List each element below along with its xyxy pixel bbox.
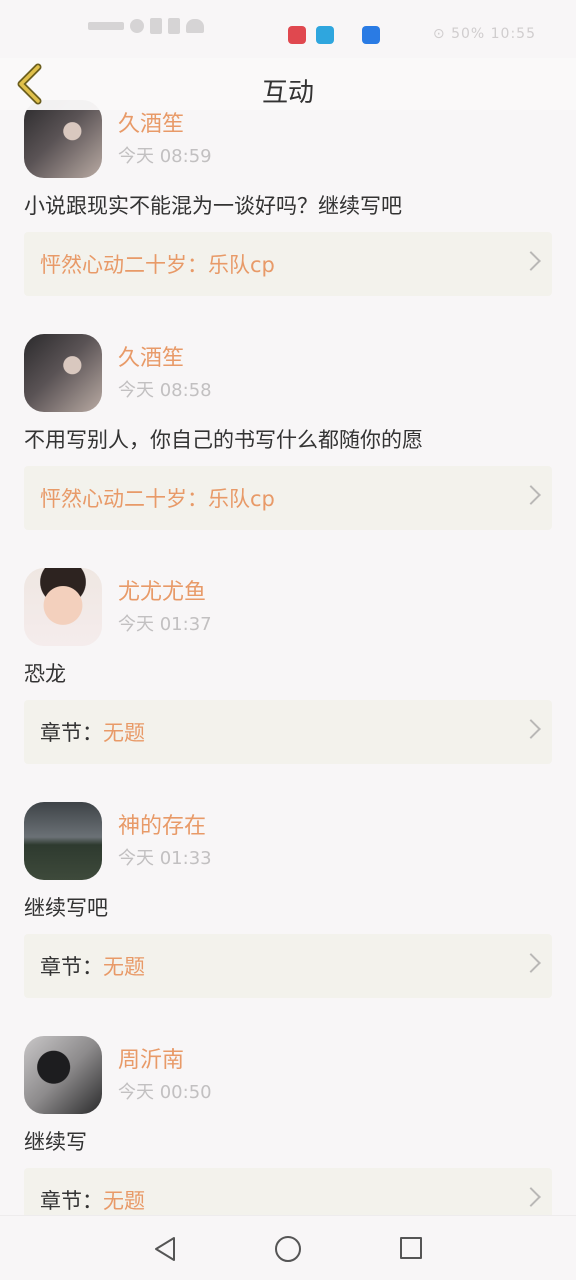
avatar[interactable] [24,100,102,178]
reference-title: 怦然心动二十岁：乐队cp [40,487,275,511]
comment-time: 今天 00:50 [118,1082,212,1103]
app-header: 互动 [0,58,576,110]
reference-title: 无题 [103,1189,145,1213]
signal-indicators [88,18,204,34]
comment-items: 久酒笙 今天 08:59 小说跟现实不能混为一谈好吗？继续写吧 怦然心动二十岁：… [0,100,576,1216]
interaction-list[interactable]: 久酒笙 今天 08:59 小说跟现实不能混为一谈好吗？继续写吧 怦然心动二十岁：… [0,58,576,1216]
avatar[interactable] [24,802,102,880]
book-reference-card[interactable]: 怦然心动二十岁：乐队cp [24,466,552,530]
app-notification-icon [362,26,380,44]
chapter-prefix: 章节： [40,1189,103,1213]
book-reference-card[interactable]: 怦然心动二十岁：乐队cp [24,232,552,296]
avatar[interactable] [24,568,102,646]
wifi-icon [186,19,204,33]
signal-icon-2 [168,18,180,34]
chevron-right-icon [521,1187,541,1207]
triangle-back-icon[interactable] [152,1236,178,1262]
comment-item: 久酒笙 今天 08:59 小说跟现实不能混为一谈好吗？继续写吧 怦然心动二十岁：… [0,100,576,334]
comment-item: 尤尤尤鱼 今天 01:37 恐龙 章节： 无题 [0,568,576,802]
comment-text: 继续写 [24,1130,87,1154]
book-app-icon [288,26,306,44]
status-bar: ⊙ 50% 10:55 [0,0,576,58]
notification-icons [288,26,380,44]
comment-item: 神的存在 今天 01:33 继续写吧 章节： 无题 [0,802,576,1036]
username[interactable]: 尤尤尤鱼 [118,574,206,606]
browser-app-icon [316,26,334,44]
username[interactable]: 神的存在 [118,808,206,840]
reference-title: 怦然心动二十岁：乐队cp [40,253,275,277]
comment-item: 周沂南 今天 00:50 继续写 章节： 无题 [0,1036,576,1216]
reference-title: 无题 [103,721,145,745]
username[interactable]: 久酒笙 [118,106,184,138]
comment-time: 今天 08:58 [118,380,212,401]
square-recent-icon[interactable] [400,1237,422,1259]
status-right: ⊙ 50% 10:55 [432,26,536,42]
chapter-prefix: 章节： [40,955,103,979]
username[interactable]: 周沂南 [118,1042,184,1074]
comment-text: 继续写吧 [24,896,108,920]
chevron-right-icon [521,953,541,973]
book-reference-card[interactable]: 章节： 无题 [24,1168,552,1216]
avatar[interactable] [24,334,102,412]
chevron-right-icon [521,719,541,739]
comment-time: 今天 01:33 [118,848,212,869]
reference-title: 无题 [103,955,145,979]
chapter-prefix: 章节： [40,721,103,745]
comment-time: 今天 01:37 [118,614,212,635]
comment-text: 小说跟现实不能混为一谈好吗？继续写吧 [24,194,402,218]
username[interactable]: 久酒笙 [118,340,184,372]
comment-text: 恐龙 [24,662,66,686]
comment-text: 不用写别人，你自己的书写什么都随你的愿 [24,428,423,452]
signal-icon [150,18,162,34]
chevron-right-icon [521,485,541,505]
comment-time: 今天 08:59 [118,146,212,167]
page-title: 互动 [261,78,314,108]
system-nav-bar [0,1215,576,1280]
book-reference-card[interactable]: 章节： 无题 [24,700,552,764]
comment-item: 久酒笙 今天 08:58 不用写别人，你自己的书写什么都随你的愿 怦然心动二十岁… [0,334,576,568]
carrier-info [88,22,124,30]
hd-icon [130,19,144,33]
circle-home-icon[interactable] [275,1236,301,1262]
avatar[interactable] [24,1036,102,1114]
chevron-right-icon [521,251,541,271]
book-reference-card[interactable]: 章节： 无题 [24,934,552,998]
